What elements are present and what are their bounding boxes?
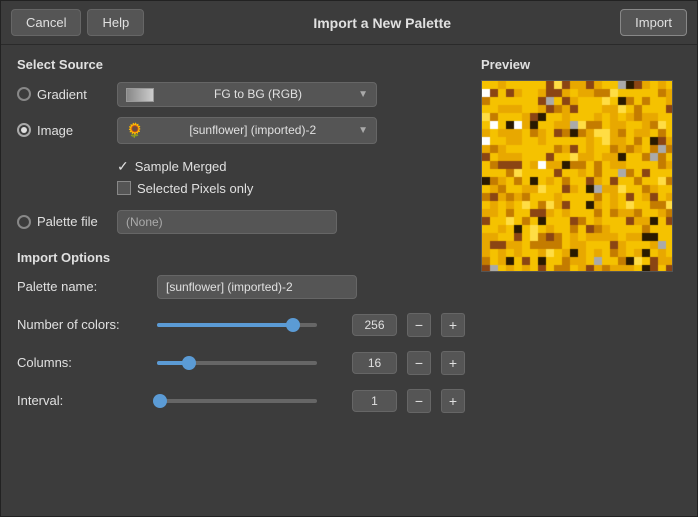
sample-merged-label: Sample Merged [135,159,227,174]
interval-label: Interval: [17,393,147,408]
preview-canvas-container [481,80,673,272]
sample-merged-checkmark: ✓ [117,158,129,175]
num-colors-slider-thumb[interactable] [286,318,300,332]
image-row: Image 🌻 [sunflower] (imported)-2 ▼ [17,117,465,144]
title-bar: Cancel Help Import a New Palette Import [1,1,697,45]
palette-file-row: Palette file (None) [17,210,465,234]
interval-slider-track[interactable] [157,399,317,403]
selected-pixels-row: Selected Pixels only [117,181,465,196]
cancel-button[interactable]: Cancel [11,9,81,36]
image-radio-label[interactable]: Image [17,123,107,138]
num-colors-slider-container [157,323,342,327]
columns-row: Columns: 16 − + [17,351,465,375]
palette-file-input[interactable]: (None) [117,210,337,234]
image-dropdown[interactable]: 🌻 [sunflower] (imported)-2 ▼ [117,117,377,144]
num-colors-row: Number of colors: 256 − + [17,313,465,337]
select-source-title: Select Source [17,57,465,72]
title-bar-right: Import [620,9,687,36]
palette-file-radio[interactable] [17,215,31,229]
dialog-title: Import a New Palette [152,15,612,31]
columns-slider-container [157,361,342,365]
num-colors-slider-track[interactable] [157,323,317,327]
gradient-dropdown-arrow: ▼ [358,89,368,100]
selected-pixels-checkbox[interactable] [117,181,131,195]
image-dropdown-value: [sunflower] (imported)-2 [189,123,316,137]
palette-file-label: Palette file [37,214,98,229]
columns-slider-track[interactable] [157,361,317,365]
gradient-label: Gradient [37,87,87,102]
gradient-row: Gradient FG to BG (RGB) ▼ [17,82,465,107]
columns-value[interactable]: 16 [352,352,397,374]
image-radio[interactable] [17,123,31,137]
preview-image [482,81,673,272]
import-button[interactable]: Import [620,9,687,36]
source-options: Gradient FG to BG (RGB) ▼ Image [17,82,465,234]
num-colors-slider-fill [157,323,293,327]
left-panel: Select Source Gradient FG to BG (RGB) ▼ [17,57,465,504]
image-label: Image [37,123,73,138]
import-palette-dialog: Cancel Help Import a New Palette Import … [0,0,698,517]
num-colors-plus[interactable]: + [441,313,465,337]
import-options: Import Options Palette name: Number of c… [17,250,465,413]
image-dropdown-arrow: ▼ [358,125,368,136]
columns-plus[interactable]: + [441,351,465,375]
interval-row: Interval: 1 − + [17,389,465,413]
interval-slider-container [157,399,342,403]
palette-file-radio-label[interactable]: Palette file [17,214,107,229]
palette-name-label: Palette name: [17,279,147,294]
num-colors-value[interactable]: 256 [352,314,397,336]
interval-minus[interactable]: − [407,389,431,413]
num-colors-minus[interactable]: − [407,313,431,337]
columns-minus[interactable]: − [407,351,431,375]
gradient-radio[interactable] [17,87,31,101]
gradient-radio-label[interactable]: Gradient [17,87,107,102]
preview-panel: Preview [481,57,681,504]
image-sub-options: ✓ Sample Merged Selected Pixels only [117,158,465,196]
num-colors-label: Number of colors: [17,317,147,332]
gradient-dropdown-value: FG to BG (RGB) [214,87,302,101]
interval-plus[interactable]: + [441,389,465,413]
palette-name-input[interactable] [157,275,357,299]
gradient-icon [126,88,154,102]
interval-value[interactable]: 1 [352,390,397,412]
help-button[interactable]: Help [87,9,144,36]
preview-title: Preview [481,57,681,72]
columns-slider-thumb[interactable] [182,356,196,370]
selected-pixels-label: Selected Pixels only [137,181,253,196]
gradient-dropdown[interactable]: FG to BG (RGB) ▼ [117,82,377,107]
palette-name-row: Palette name: [17,275,465,299]
sample-merged-row: ✓ Sample Merged [117,158,465,175]
import-options-title: Import Options [17,250,465,265]
title-bar-left: Cancel Help [11,9,144,36]
sunflower-icon: 🌻 [126,122,143,139]
columns-label: Columns: [17,355,147,370]
interval-slider-thumb[interactable] [153,394,167,408]
main-content: Select Source Gradient FG to BG (RGB) ▼ [1,45,697,516]
gradient-dropdown-icon [126,87,158,102]
